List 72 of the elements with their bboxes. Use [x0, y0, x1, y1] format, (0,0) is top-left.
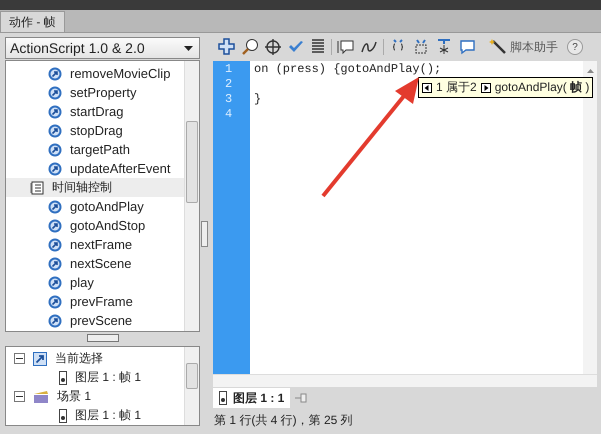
arrow-circle-icon	[48, 256, 62, 270]
previous-icon[interactable]	[422, 82, 432, 92]
arrow-circle-icon	[48, 162, 62, 176]
arrow-circle-icon	[48, 218, 62, 232]
collapse-handle[interactable]	[200, 220, 208, 246]
collapse-toggle[interactable]	[14, 391, 25, 402]
action-item[interactable]: prevScene	[6, 311, 184, 330]
frame-icon	[219, 391, 227, 405]
action-item[interactable]: prevFrame	[6, 292, 184, 311]
search-icon[interactable]	[241, 38, 259, 56]
hint-signature: gotoAndPlay( 帧 )	[494, 79, 590, 96]
scrollbar[interactable]	[184, 347, 199, 425]
hint-counter: 1 属于2	[436, 79, 477, 96]
tree-item[interactable]: 场景 1	[57, 388, 92, 405]
script-tab[interactable]: 图层 1 : 1	[213, 388, 290, 408]
line-number: 3	[224, 92, 234, 107]
arrow-circle-icon	[48, 124, 62, 138]
magic-wand-icon	[489, 38, 507, 56]
arrow-circle-icon	[48, 294, 62, 308]
action-item[interactable]: stopDrag	[6, 121, 184, 140]
arrow-circle-icon	[48, 200, 62, 214]
status-text: 第 1 行(共 4 行)，第 25 列	[213, 412, 354, 429]
line-number: 2	[224, 77, 234, 92]
comment-icon[interactable]	[337, 38, 355, 56]
arrow-circle-icon	[48, 104, 62, 118]
category-item[interactable]: 时间轴控制	[6, 178, 184, 197]
tree-item[interactable]: 当前选择	[55, 350, 103, 367]
scroll-up-arrow-icon[interactable]	[586, 69, 594, 73]
next-icon[interactable]	[480, 82, 491, 92]
line-number: 4	[224, 107, 234, 122]
code-editor[interactable]: 1 2 3 4 on (press) {gotoAndPlay(); } 1 属于2 gotoAndPlay( 帧 )	[213, 61, 597, 374]
tree-item[interactable]: 图层 1 : 帧 1	[75, 369, 142, 386]
splitter-handle[interactable]	[86, 334, 118, 342]
action-item[interactable]: nextScene	[6, 254, 184, 273]
action-item[interactable]: removeMovieClip	[6, 64, 184, 83]
action-item[interactable]: setProperty	[6, 83, 184, 102]
crosshair-icon[interactable]	[264, 38, 282, 56]
code-line: on (press) {gotoAndPlay();	[254, 62, 442, 76]
arrow-circle-icon	[48, 142, 62, 156]
panel-tab[interactable]: 动作 - 帧	[0, 11, 65, 32]
arrow-circle-icon	[48, 238, 62, 252]
tree-item[interactable]: 图层 1 : 帧 1	[75, 407, 142, 424]
frame-icon	[59, 408, 67, 422]
arrow-circle-icon	[48, 314, 62, 328]
code-line: }	[254, 92, 262, 106]
script-assist-button[interactable]: 脚本助手	[489, 38, 558, 56]
action-item[interactable]: gotoAndPlay	[6, 197, 184, 216]
action-item[interactable]: updateAfterEvent	[6, 159, 184, 178]
frame-icon	[59, 370, 67, 384]
clapperboard-icon	[33, 390, 49, 404]
help-button[interactable]: ?	[567, 39, 583, 55]
expand-all-icon[interactable]	[435, 38, 453, 56]
arrow-circle-icon	[48, 86, 62, 100]
arrow-square-icon	[33, 352, 47, 366]
add-icon[interactable]	[218, 38, 236, 56]
pin-icon[interactable]	[294, 392, 308, 404]
arrow-circle-icon	[48, 276, 62, 290]
scrollbar[interactable]	[184, 61, 199, 331]
scrollbar[interactable]	[583, 61, 597, 374]
collapse-toggle[interactable]	[14, 353, 25, 364]
action-item[interactable]: gotoAndStop	[6, 216, 184, 235]
action-item[interactable]: play	[6, 273, 184, 292]
book-icon	[30, 180, 44, 194]
line-number: 1	[224, 62, 234, 77]
scrollbar[interactable]	[213, 374, 597, 387]
speech-bubble-icon[interactable]	[458, 38, 476, 56]
action-item[interactable]: targetPath	[6, 140, 184, 159]
arrow-circle-icon	[48, 66, 62, 80]
action-item[interactable]: nextFrame	[6, 235, 184, 254]
caret-icon	[184, 46, 193, 50]
action-item[interactable]: startDrag	[6, 102, 184, 121]
language-dropdown[interactable]: ActionScript 1.0 & 2.0	[5, 37, 200, 59]
